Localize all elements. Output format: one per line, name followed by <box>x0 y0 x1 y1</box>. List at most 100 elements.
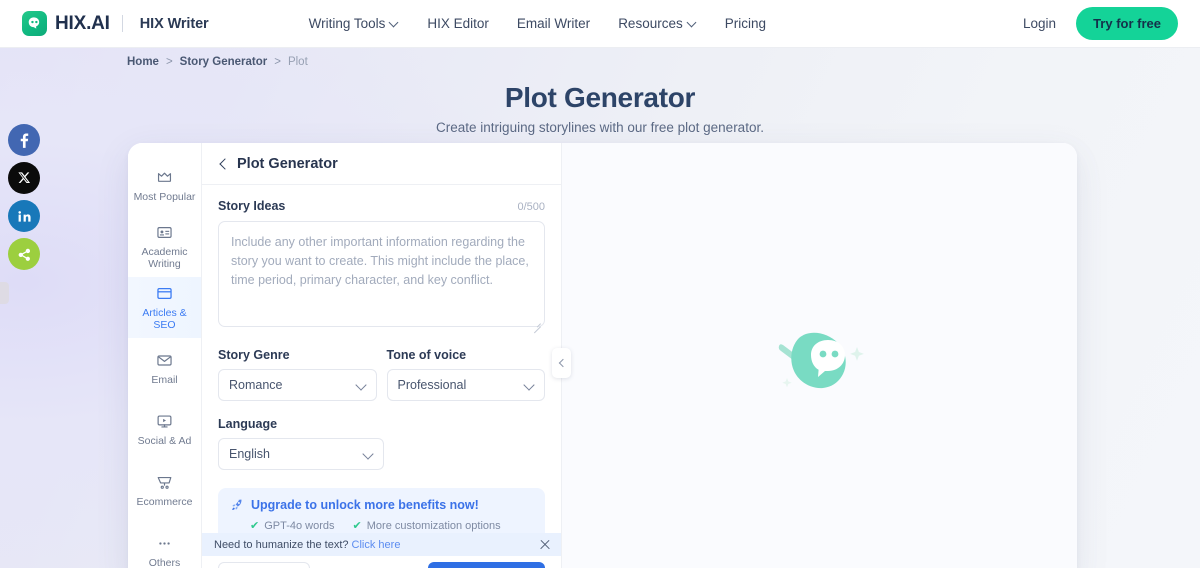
nav-label: Resources <box>618 16 683 31</box>
nav-item-hix-editor[interactable]: HIX Editor <box>427 16 489 31</box>
try-for-free-button[interactable]: Try for free <box>1076 7 1178 40</box>
language-select[interactable]: English <box>218 438 384 470</box>
ellipsis-icon <box>159 541 170 545</box>
nav-label: Writing Tools <box>308 16 386 31</box>
social-share-rail <box>8 124 40 270</box>
story-genre-value: Romance <box>229 378 283 392</box>
top-navigation-bar: HIX.AI HIX Writer Writing Tools HIX Edit… <box>0 0 1200 48</box>
nav-label: Email Writer <box>516 16 591 31</box>
nav-label: Pricing <box>724 16 766 31</box>
humanize-link[interactable]: Click here <box>352 539 401 551</box>
hix-mascot-logo-icon <box>22 11 47 36</box>
story-ideas-header: Story Ideas 0/500 <box>218 199 545 213</box>
shopping-cart-icon <box>157 476 172 489</box>
page-subtitle: Create intriguing storylines with our fr… <box>436 120 764 135</box>
facebook-share-button[interactable] <box>8 124 40 156</box>
nav-item-writing-tools[interactable]: Writing Tools <box>309 16 400 31</box>
upgrade-title-row: Upgrade to unlock more benefits now! <box>230 498 533 512</box>
category-label: Most Popular <box>133 190 196 203</box>
story-ideas-input[interactable] <box>218 221 545 327</box>
nav-item-email-writer[interactable]: Email Writer <box>517 16 590 31</box>
category-item-articles-seo[interactable]: Articles & SEO <box>128 277 201 338</box>
story-ideas-label: Story Ideas <box>218 199 286 213</box>
generate-button[interactable]: Generate <box>427 561 545 568</box>
category-label: Academic Writing <box>141 245 188 270</box>
humanize-text: Need to humanize the text? <box>214 538 349 551</box>
x-share-button[interactable] <box>8 162 40 194</box>
humanize-notice-bar: Need to humanize the text? Click here <box>202 533 561 556</box>
upgrade-title: Upgrade to unlock more benefits now! <box>251 498 479 512</box>
category-sidebar: Most Popular Academic Writing Articles &… <box>128 143 202 568</box>
breadcrumb-current: Plot <box>287 56 308 68</box>
share-more-button[interactable] <box>8 238 40 270</box>
brand-name: HIX.AI <box>55 12 110 34</box>
category-item-most-popular[interactable]: Most Popular <box>128 155 201 216</box>
login-link[interactable]: Login <box>1023 16 1056 31</box>
linkedin-icon <box>17 210 31 222</box>
breadcrumb: Home > Story Generator > Plot <box>127 56 308 68</box>
brand-logo[interactable]: HIX.AI HIX Writer <box>22 11 209 36</box>
facebook-icon <box>20 133 29 148</box>
close-icon[interactable] <box>539 539 551 551</box>
category-item-academic-writing[interactable]: Academic Writing <box>128 216 201 277</box>
breadcrumb-separator: > <box>274 56 281 68</box>
category-label: Email <box>151 373 178 386</box>
story-genre-select[interactable]: Romance <box>218 369 377 401</box>
hix-mascot-placeholder-icon <box>765 321 875 411</box>
nav-right-actions: Login Try for free <box>1023 7 1178 40</box>
check-icon: ✔ <box>352 519 362 532</box>
linkedin-share-button[interactable] <box>8 200 40 232</box>
envelope-icon <box>157 354 172 366</box>
tone-of-voice-value: Professional <box>397 378 467 392</box>
nav-item-pricing[interactable]: Pricing <box>725 16 766 31</box>
tool-card: Most Popular Academic Writing Articles &… <box>128 143 1077 568</box>
check-icon: ✔ <box>250 519 260 532</box>
x-twitter-icon <box>18 172 31 183</box>
language-group: Language English <box>218 417 384 470</box>
genre-tone-row: Story Genre Romance Tone of voice Profes… <box>218 348 545 401</box>
breadcrumb-separator: > <box>165 56 173 68</box>
upgrade-features: ✔ GPT-4o words ✔ More customization opti… <box>230 520 533 532</box>
chevron-down-icon <box>524 380 534 390</box>
story-ideas-wrapper <box>218 221 545 334</box>
story-genre-label: Story Genre <box>218 348 290 362</box>
article-window-icon <box>157 287 172 299</box>
tone-of-voice-label: Tone of voice <box>386 348 467 362</box>
crown-icon <box>157 172 172 182</box>
output-panel <box>552 143 1077 568</box>
category-item-ecommerce[interactable]: Ecommerce <box>128 460 201 521</box>
character-counter: 0/500 <box>517 201 545 213</box>
category-label: Articles & SEO <box>142 306 187 331</box>
sidebar-collapse-tab[interactable] <box>0 282 9 304</box>
panel-collapse-handle[interactable] <box>552 348 571 378</box>
share-icon <box>18 248 30 261</box>
upgrade-feature: ✔ GPT-4o words <box>250 520 335 532</box>
chevron-down-icon <box>363 449 373 459</box>
model-select[interactable]: GPT-3.5 <box>218 561 310 568</box>
page-title: Plot Generator <box>504 82 696 113</box>
chevron-down-icon <box>356 380 366 390</box>
category-label: Ecommerce <box>136 495 193 508</box>
monitor-play-icon <box>157 414 172 428</box>
chevron-left-icon[interactable] <box>218 159 228 169</box>
language-value: English <box>229 447 270 461</box>
brand-product-name: HIX Writer <box>139 15 209 32</box>
upgrade-feature: ✔ More customization options <box>353 520 501 532</box>
category-item-others[interactable]: Others <box>128 521 201 568</box>
tone-of-voice-select[interactable]: Professional <box>386 369 545 401</box>
upgrade-feature-label: More customization options <box>366 520 501 532</box>
category-item-email[interactable]: Email <box>128 338 201 399</box>
language-label: Language <box>218 417 278 431</box>
form-title: Plot Generator <box>237 155 338 172</box>
category-item-social-ad[interactable]: Social & Ad <box>128 399 201 460</box>
chevron-down-icon <box>390 18 399 27</box>
category-label: Others <box>148 556 181 568</box>
primary-nav-links: Writing Tools HIX Editor Email Writer Re… <box>309 16 766 31</box>
tool-form-panel: Plot Generator Story Ideas 0/500 Story G… <box>202 143 562 568</box>
language-row: Language English <box>218 417 545 470</box>
id-card-icon <box>157 226 172 238</box>
nav-item-resources[interactable]: Resources <box>618 16 697 31</box>
tone-of-voice-group: Tone of voice Professional <box>386 348 545 401</box>
breadcrumb-home[interactable]: Home <box>127 56 159 68</box>
breadcrumb-story-generator[interactable]: Story Generator <box>180 56 268 68</box>
